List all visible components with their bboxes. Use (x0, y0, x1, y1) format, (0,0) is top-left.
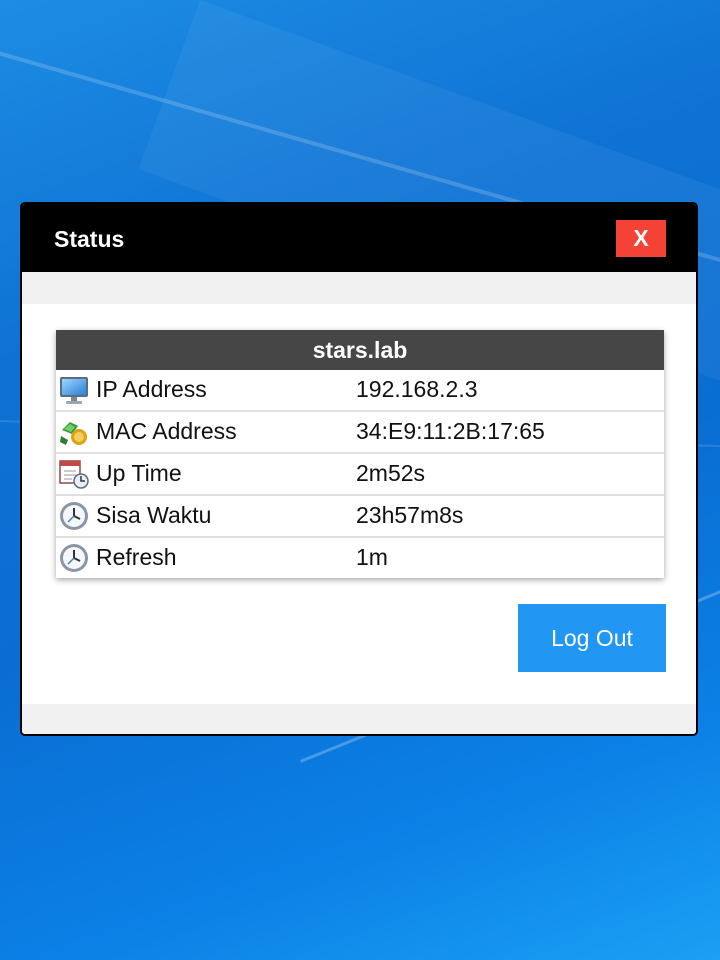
row-label: Up Time (96, 460, 182, 486)
table-row-up-time: Up Time 2m52s (56, 454, 664, 496)
dialog-titlebar: Status X (22, 204, 696, 272)
row-value: 23h57m8s (356, 502, 464, 528)
dialog-content: stars.lab IP Address 192.168.2.3 MAC Add… (22, 304, 696, 704)
computer-monitor-icon (60, 377, 88, 404)
table-row-sisa-waktu: Sisa Waktu 23h57m8s (56, 496, 664, 538)
table-row-ip-address: IP Address 192.168.2.3 (56, 370, 664, 412)
table-row-mac-address: MAC Address 34:E9:11:2B:17:65 (56, 412, 664, 454)
logout-button[interactable]: Log Out (518, 604, 666, 672)
dialog-footer (22, 704, 696, 734)
row-value: 34:E9:11:2B:17:65 (356, 418, 545, 444)
clock-icon (60, 544, 88, 572)
row-label: Refresh (96, 544, 177, 570)
dialog-title: Status (54, 226, 125, 252)
close-button[interactable]: X (616, 220, 666, 257)
network-card-icon (60, 422, 87, 445)
row-label: IP Address (96, 376, 207, 402)
row-value: 1m (356, 544, 388, 570)
row-value: 192.168.2.3 (356, 376, 478, 402)
calendar-clock-icon (59, 460, 89, 489)
row-label: MAC Address (96, 418, 237, 444)
row-label: Sisa Waktu (96, 502, 212, 528)
status-table: stars.lab IP Address 192.168.2.3 MAC Add… (56, 330, 664, 578)
table-row-refresh: Refresh 1m (56, 538, 664, 578)
status-dialog: Status X stars.lab IP Address 192.168.2.… (20, 202, 698, 736)
row-value: 2m52s (356, 460, 426, 486)
table-header-hostname: stars.lab (56, 330, 664, 370)
clock-icon (60, 502, 88, 530)
